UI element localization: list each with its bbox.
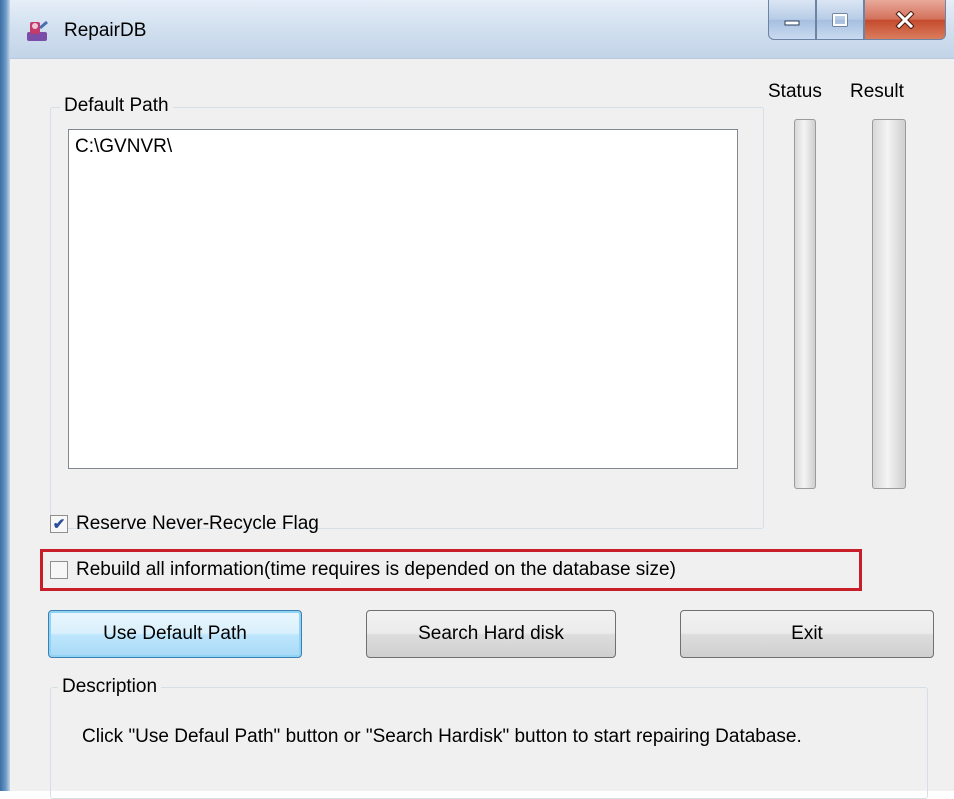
maximize-icon xyxy=(832,13,848,26)
dialog-client-area: Default Path C:\GVNVR\ Status Result ✔ R… xyxy=(10,59,954,799)
status-progress-bar xyxy=(794,119,816,489)
close-button[interactable] xyxy=(864,0,946,40)
rebuild-all-option[interactable]: Rebuild all information(time requires is… xyxy=(50,559,676,581)
rebuild-all-label: Rebuild all information(time requires is… xyxy=(76,559,676,580)
use-default-path-button[interactable]: Use Default Path xyxy=(48,610,302,658)
rebuild-all-checkbox[interactable] xyxy=(50,561,68,579)
window-frame-left xyxy=(0,0,10,791)
status-label: Status xyxy=(768,81,822,102)
close-icon xyxy=(895,10,915,29)
minimize-icon xyxy=(784,20,800,25)
exit-button[interactable]: Exit xyxy=(680,610,934,658)
path-list[interactable]: C:\GVNVR\ xyxy=(68,129,738,469)
description-text: Click "Use Defaul Path" button or "Searc… xyxy=(82,726,802,747)
reserve-flag-checkbox[interactable]: ✔ xyxy=(50,515,68,533)
path-list-item[interactable]: C:\GVNVR\ xyxy=(69,130,737,162)
description-label: Description xyxy=(58,676,162,698)
reserve-flag-option[interactable]: ✔ Reserve Never-Recycle Flag xyxy=(50,513,319,535)
maximize-button[interactable] xyxy=(816,0,864,40)
caption-buttons xyxy=(768,0,946,40)
default-path-label: Default Path xyxy=(60,95,173,117)
title-bar[interactable]: RepairDB xyxy=(10,0,954,59)
repairdb-app-icon xyxy=(27,20,48,41)
window-title: RepairDB xyxy=(64,20,147,41)
reserve-flag-label: Reserve Never-Recycle Flag xyxy=(76,513,319,534)
search-hard-disk-button[interactable]: Search Hard disk xyxy=(366,610,616,658)
minimize-button[interactable] xyxy=(768,0,816,40)
result-progress-bar xyxy=(872,119,906,489)
result-label: Result xyxy=(850,81,904,102)
checkmark-icon: ✔ xyxy=(52,515,66,533)
